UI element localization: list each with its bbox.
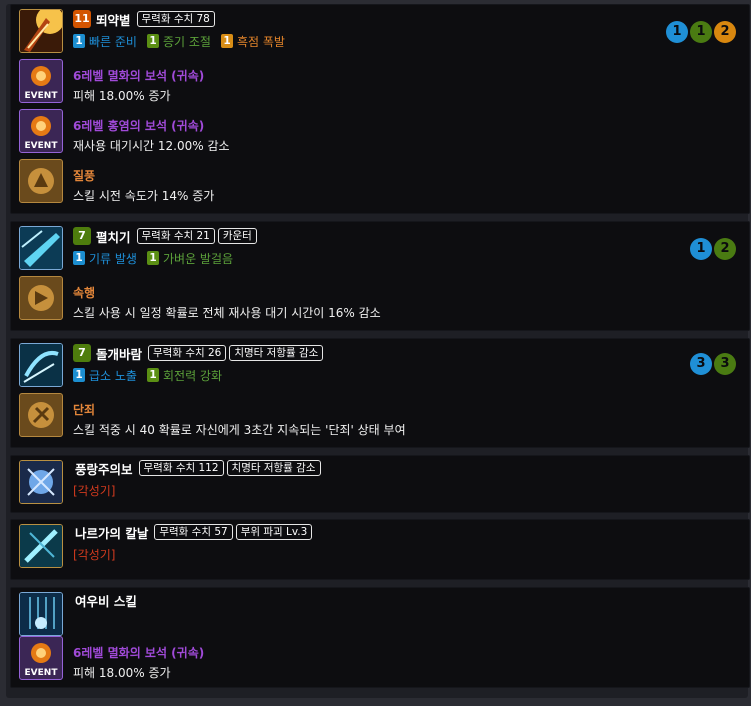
stagger-tag: 무력화 수치 78 [136,11,215,27]
skill-card: 7 돌개바람 무력화 수치 26 치명타 저항률 감소 1 급소 노출 1 회전… [10,338,750,448]
gem-icon[interactable]: EVENT [19,636,63,680]
tripod-name: 흑점 폭발 [236,34,285,49]
rune-icon[interactable] [19,276,63,320]
skill-icon-narga-blade[interactable] [19,524,63,568]
rune-name: 질풍 [73,169,96,183]
rune-desc: 스킬 시전 속도가 14% 증가 [73,189,215,203]
rune-desc: 스킬 적중 시 40 확률로 자신에게 3초간 지속되는 '단죄' 상태 부여 [73,423,406,437]
stagger-tag: 무력화 수치 57 [154,524,233,540]
skill-name: 돌개바람 [96,346,143,362]
skill-name: 나르가의 칼날 [75,525,149,541]
awakening-label: [각성기] [73,548,116,562]
skill-icon-whirlwind[interactable] [19,343,63,387]
tripod-level-circle: 1 [690,21,712,43]
skill-name: 여우비 스킬 [75,593,137,609]
rune-name: 속행 [73,286,96,300]
rune-desc: 스킬 사용 시 일정 확률로 전체 재사용 대기 시간이 16% 감소 [73,306,381,320]
tripod-level-circle: 1 [690,238,712,260]
gem-title: 6레벨 홍염의 보석 (귀속) [73,119,205,133]
skill-icon-sunburn[interactable] [19,9,63,53]
gem-event-label: EVENT [25,668,59,678]
tripod-tier-badge: 1 [73,368,85,382]
skill-icon-unfold[interactable] [19,226,63,270]
skill-card: 나르가의 칼날 무력화 수치 57 부위 파괴 Lv.3 [각성기] [10,519,750,580]
rune-name: 단죄 [73,403,96,417]
gem-event-label: EVENT [25,141,59,151]
gem-icon[interactable]: EVENT [19,59,63,103]
tripod-tier-badge: 1 [73,34,85,48]
skill-level-badge: 7 [73,344,91,362]
skill-card: 11 뙤약볕 무력화 수치 78 1 빠른 준비 1 증기 조절 1 흑점 폭발… [10,4,750,214]
gem-title: 6레벨 멸화의 보석 (귀속) [73,646,205,660]
skill-level-badge: 11 [73,10,91,28]
tripod-level-circle: 2 [714,21,736,43]
tripod-name: 증기 조절 [162,34,211,49]
skill-name: 풍랑주의보 [75,461,133,477]
skill-level-badge: 7 [73,227,91,245]
awakening-label: [각성기] [73,484,116,498]
gem-desc: 피해 18.00% 증가 [73,666,171,680]
stagger-tag: 무력화 수치 112 [138,460,224,476]
tripod-tier-badge: 1 [73,251,85,265]
rune-icon[interactable] [19,159,63,203]
gem-icon[interactable]: EVENT [19,109,63,153]
tripod-level-circle: 3 [714,353,736,375]
skill-name: 펼치기 [96,229,131,245]
tripod-tier-badge: 1 [146,34,159,48]
crit-resist-tag: 치명타 저항률 감소 [229,345,324,361]
skill-card: 7 펼치기 무력화 수치 21 카운터 1 기류 발생 1 가벼운 발걸음 1 … [10,221,750,331]
gem-title: 6레벨 멸화의 보석 (귀속) [73,69,205,83]
stagger-tag: 무력화 수치 26 [148,345,227,361]
gem-desc: 재사용 대기시간 12.00% 감소 [73,139,230,153]
skill-card: 풍랑주의보 무력화 수치 112 치명타 저항률 감소 [각성기] [10,455,750,513]
crit-resist-tag: 치명타 저항률 감소 [226,460,321,476]
gem-desc: 피해 18.00% 증가 [73,89,171,103]
skill-icon-storm-warning[interactable] [19,460,63,504]
tripod-name: 기류 발생 [89,251,137,266]
skill-icon-fox-rain[interactable] [19,592,63,636]
tripod-tier-badge: 1 [220,34,233,48]
stagger-tag: 무력화 수치 21 [136,228,215,244]
tripod-level-circle: 2 [714,238,736,260]
tripod-name: 가벼운 발걸음 [162,251,234,266]
rune-icon[interactable] [19,393,63,437]
tripod-name: 빠른 준비 [89,34,137,49]
tripod-level-circle: 1 [666,21,688,43]
skill-card: 여우비 스킬 EVENT 6레벨 멸화의 보석 (귀속) 피해 18.00% 증… [10,587,750,688]
tripod-name: 급소 노출 [89,368,137,383]
skill-name: 뙤약볕 [96,12,131,28]
counter-tag: 카운터 [217,228,257,244]
tripod-name: 회전력 강화 [162,368,222,383]
tripod-level-circle: 3 [690,353,712,375]
gem-event-label: EVENT [25,91,59,101]
tripod-tier-badge: 1 [146,251,159,265]
tripod-tier-badge: 1 [146,368,159,382]
part-break-tag: 부위 파괴 Lv.3 [235,524,313,540]
